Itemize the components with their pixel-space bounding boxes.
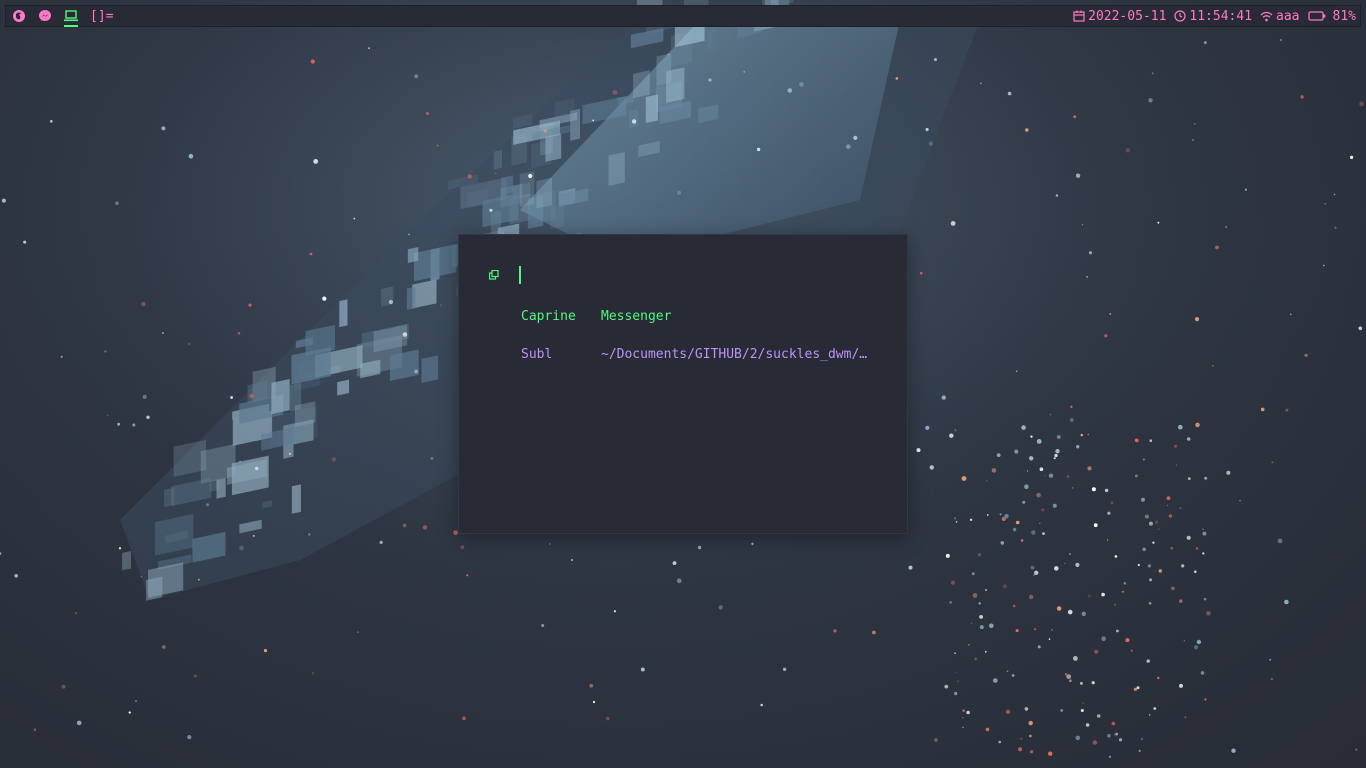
entry-app-name: Caprine	[521, 309, 576, 324]
entry-window-title: Messenger	[601, 309, 672, 324]
wifi-status: aaa	[1260, 8, 1300, 24]
firefox-icon	[13, 10, 25, 22]
battery-icon	[1307, 11, 1325, 21]
window-switcher-launcher: Caprine Messenger Subl ~/Documents/GITHU…	[458, 234, 908, 534]
clock-icon	[1174, 10, 1187, 22]
top-bar: []= 2022-05-11 11:54:41 aaa 81%	[5, 5, 1361, 27]
wifi-ssid: aaa	[1276, 8, 1300, 24]
list-item-subl[interactable]: Subl ~/Documents/GITHUB/2/suckles_dwm/…	[521, 347, 867, 362]
battery-percent: 81%	[1332, 8, 1356, 24]
layout-indicator[interactable]: []=	[90, 9, 113, 24]
date-text: 2022-05-11	[1088, 8, 1167, 24]
messenger-icon	[39, 10, 51, 21]
launcher-prompt	[489, 265, 521, 285]
battery-status: 81%	[1307, 8, 1356, 24]
entry-window-title: ~/Documents/GITHUB/2/suckles_dwm/…	[601, 347, 868, 362]
window-switcher-icon	[489, 270, 499, 280]
entry-app-name: Subl	[521, 347, 553, 362]
calendar-icon	[1073, 10, 1085, 22]
laptop-icon	[64, 10, 78, 22]
status-area: 2022-05-11 11:54:41 aaa 81%	[1073, 9, 1360, 24]
list-item-caprine[interactable]: Caprine Messenger	[521, 309, 671, 324]
date-status: 2022-05-11	[1073, 9, 1166, 24]
time-text: 11:54:41	[1189, 8, 1253, 24]
desktop: []= 2022-05-11 11:54:41 aaa 81% Caprine …	[0, 0, 1366, 768]
time-status: 11:54:41	[1174, 9, 1252, 24]
wifi-icon	[1260, 11, 1273, 21]
workspace-tag-2[interactable]	[32, 5, 58, 27]
search-input[interactable]	[519, 266, 521, 284]
workspace-tag-3[interactable]	[58, 5, 84, 27]
workspace-tag-1[interactable]	[6, 5, 32, 27]
